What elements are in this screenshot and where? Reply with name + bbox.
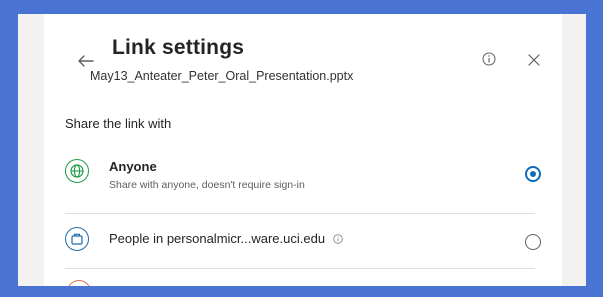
option-label-text: People in personalmicr...ware.uci.edu	[109, 231, 326, 246]
close-icon[interactable]	[528, 53, 540, 66]
info-icon[interactable]	[332, 232, 343, 244]
radio-organization[interactable]	[525, 234, 541, 250]
file-name: May13_Anteater_Peter_Oral_Presentation.p…	[90, 69, 354, 83]
back-arrow-icon[interactable]	[76, 51, 96, 71]
partial-option-icon	[67, 280, 91, 286]
share-panel: Link settings May13_Anteater_Peter_Oral_…	[18, 14, 586, 286]
share-option-organization[interactable]: People in personalmicr...ware.uci.edu	[65, 214, 541, 269]
option-description: Share with anyone, doesn't require sign-…	[109, 179, 305, 191]
info-icon[interactable]	[482, 52, 496, 66]
globe-icon	[65, 159, 89, 183]
building-icon	[65, 227, 89, 251]
share-section-title: Share the link with	[65, 116, 172, 131]
share-option-anyone[interactable]: Anyone Share with anyone, doesn't requir…	[65, 151, 541, 214]
radio-anyone-selected[interactable]	[525, 166, 541, 182]
link-settings-dialog: Link settings May13_Anteater_Peter_Oral_…	[44, 14, 562, 286]
option-label: Anyone	[109, 159, 157, 174]
dialog-title: Link settings	[112, 36, 245, 59]
option-label: People in personalmicr...ware.uci.edu	[109, 231, 343, 246]
